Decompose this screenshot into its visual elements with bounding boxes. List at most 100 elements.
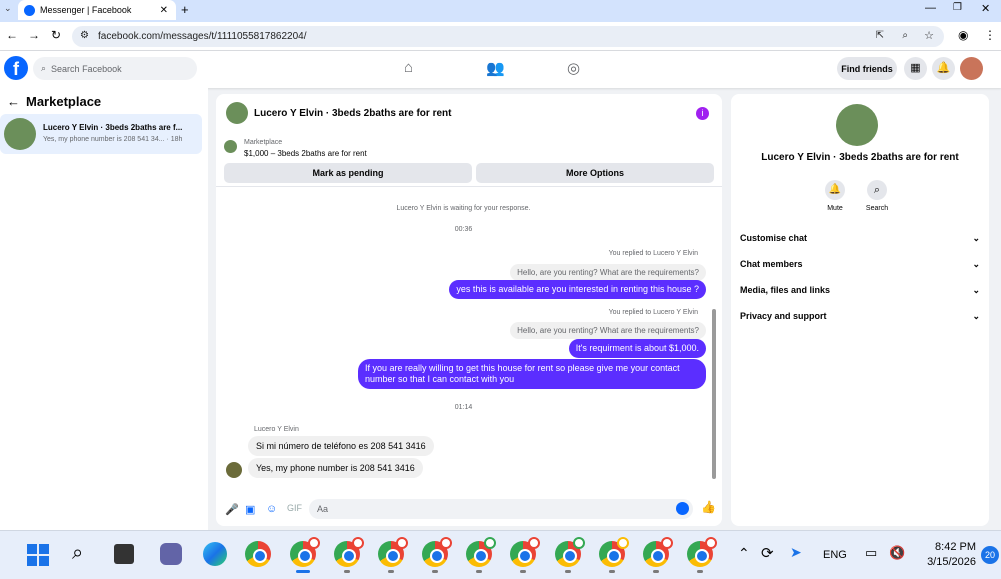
network-icon[interactable]: ▭ xyxy=(865,545,877,561)
menu-dots-icon[interactable]: ⋮ xyxy=(984,28,996,42)
forward-icon[interactable]: → xyxy=(28,28,40,42)
find-friends-button[interactable]: Find friends xyxy=(837,57,897,80)
facebook-favicon-icon xyxy=(24,4,35,16)
divider xyxy=(216,186,722,187)
chat-members-row[interactable]: Chat members ⌄ xyxy=(740,259,980,270)
outgoing-message[interactable]: It's requirment is about $1,000. xyxy=(568,339,706,358)
chat-info-panel: Lucero Y Elvin · 3beds 2baths are for re… xyxy=(731,94,989,526)
incoming-message[interactable]: Yes, my phone number is 208 541 3416 xyxy=(248,458,423,478)
chrome-profile-icon[interactable] xyxy=(378,537,408,573)
home-icon[interactable]: ⌂ xyxy=(404,59,413,76)
profile-avatar[interactable] xyxy=(836,104,878,146)
tab-close-icon[interactable]: ✕ xyxy=(160,5,168,16)
waiting-note: Lucero Y Elvin is waiting for your respo… xyxy=(396,205,531,212)
sender-name: Lucero Y Elvin xyxy=(254,426,299,433)
notifications-bell-icon[interactable]: 🔔 xyxy=(932,57,955,80)
reload-icon[interactable]: ↻ xyxy=(51,28,61,42)
sync-icon[interactable]: ⟳ xyxy=(761,544,774,562)
chrome-profile-icon[interactable] xyxy=(555,537,585,573)
find-friends-label: Find friends xyxy=(841,63,893,74)
menu-grid-icon[interactable]: ▦ xyxy=(904,57,927,80)
cast-icon[interactable]: ⇱ xyxy=(876,30,884,41)
chrome-profile-icon[interactable] xyxy=(334,537,364,573)
back-icon[interactable]: ← xyxy=(6,28,18,42)
chat-header-avatar[interactable] xyxy=(226,102,248,124)
message-input[interactable]: Aa xyxy=(309,499,693,519)
marketplace-title: Marketplace xyxy=(26,94,102,109)
language-indicator[interactable]: ENG xyxy=(823,549,847,561)
address-bar[interactable]: ⚙ facebook.com/messages/t/11110558178622… xyxy=(72,26,944,47)
microphone-icon[interactable]: 🎤 xyxy=(225,503,239,516)
groups-icon[interactable]: ◎ xyxy=(567,59,580,77)
taskbar-search-icon[interactable]: ⌕ xyxy=(72,542,83,565)
volume-muted-icon[interactable]: 🔇 xyxy=(889,545,905,561)
incoming-message[interactable]: Si mi número de teléfono es 208 541 3416 xyxy=(248,436,434,456)
chrome-profile-icon[interactable] xyxy=(290,537,320,573)
customise-chat-row[interactable]: Customise chat ⌄ xyxy=(740,233,980,244)
more-options-button[interactable]: More Options xyxy=(476,163,714,183)
chrome-profile-icon[interactable] xyxy=(643,537,673,573)
browser-toolbar: ← → ↻ ⚙ facebook.com/messages/t/11110558… xyxy=(0,22,1001,51)
profile-name: Lucero Y Elvin · 3beds 2baths are for re… xyxy=(761,152,959,163)
chevron-down-icon: ⌄ xyxy=(972,233,980,243)
like-thumb-icon[interactable]: 👍 xyxy=(701,500,716,514)
profile-icon[interactable]: ◉ xyxy=(958,28,968,42)
timestamp: 00:36 xyxy=(454,226,473,233)
chrome-profile-icon[interactable] xyxy=(466,537,496,573)
facebook-search-input[interactable]: ⌕ Search Facebook xyxy=(33,57,197,80)
outgoing-message[interactable]: If you are really willing to get this ho… xyxy=(358,359,706,389)
facebook-logo-icon[interactable]: f xyxy=(4,56,28,80)
bookmark-star-icon[interactable]: ☆ xyxy=(924,29,934,42)
browser-tab[interactable]: Messenger | Facebook ✕ xyxy=(18,0,176,20)
mark-as-pending-button[interactable]: Mark as pending xyxy=(224,163,472,183)
photo-icon[interactable]: ▣ xyxy=(245,503,255,516)
media-files-row[interactable]: Media, files and links ⌄ xyxy=(740,285,980,296)
chevron-down-icon: ⌄ xyxy=(972,311,980,321)
back-arrow-icon[interactable]: ← xyxy=(7,94,20,109)
reply-note: You replied to Lucero Y Elvin xyxy=(608,250,698,257)
zoom-icon[interactable]: ⌕ xyxy=(902,30,908,41)
account-avatar[interactable] xyxy=(960,57,983,80)
chrome-profile-icon[interactable] xyxy=(422,537,452,573)
quoted-message[interactable]: Hello, are you renting? What are the req… xyxy=(510,264,706,281)
search-chat-icon[interactable]: ⌕ xyxy=(867,180,887,200)
site-info-icon[interactable]: ⚙ xyxy=(80,30,89,41)
task-view-icon[interactable] xyxy=(114,544,134,564)
more-options-label: More Options xyxy=(566,168,624,178)
listing-label: Marketplace xyxy=(244,139,283,146)
edge-icon[interactable] xyxy=(203,542,227,566)
location-arrow-icon[interactable]: ➤ xyxy=(790,544,802,561)
clock-time: 8:42 PM xyxy=(935,541,976,553)
chrome-profile-icon[interactable] xyxy=(687,537,717,573)
sticker-icon[interactable]: ☺ xyxy=(266,503,277,515)
friends-icon[interactable]: 👥 xyxy=(486,59,505,77)
chrome-icon[interactable] xyxy=(245,541,271,567)
row-label: Chat members xyxy=(740,259,803,269)
listing-price: $1,000 – 3beds 2baths are for rent xyxy=(244,149,367,158)
sender-avatar[interactable] xyxy=(226,462,242,478)
start-windows-icon[interactable] xyxy=(27,544,49,566)
restore-icon[interactable]: ❐ xyxy=(953,2,962,13)
clock[interactable]: 8:42 PM 3/15/2026 xyxy=(916,540,976,570)
chrome-profile-icon[interactable] xyxy=(510,537,540,573)
quoted-message[interactable]: Hello, are you renting? What are the req… xyxy=(510,322,706,339)
conversation-item[interactable]: Lucero Y Elvin · 3beds 2baths are f... Y… xyxy=(0,114,202,154)
chat-header-name[interactable]: Lucero Y Elvin · 3beds 2baths are for re… xyxy=(254,108,451,119)
outgoing-message[interactable]: yes this is available are you interested… xyxy=(449,280,706,299)
emoji-icon[interactable] xyxy=(676,502,689,515)
new-tab-icon[interactable]: + xyxy=(181,2,189,17)
search-placeholder: Search Facebook xyxy=(51,63,122,74)
minimize-icon[interactable]: — xyxy=(925,2,936,14)
gif-icon[interactable]: GIF xyxy=(287,503,302,513)
mute-bell-icon[interactable]: 🔔 xyxy=(825,180,845,200)
teams-icon[interactable] xyxy=(160,543,182,565)
notification-count-badge[interactable]: 20 xyxy=(981,546,999,564)
privacy-support-row[interactable]: Privacy and support ⌄ xyxy=(740,311,980,322)
tab-search-icon[interactable]: ⌄ xyxy=(4,3,12,14)
info-icon[interactable]: i xyxy=(696,107,709,120)
chrome-profile-icon[interactable] xyxy=(599,537,629,573)
scrollbar-thumb[interactable] xyxy=(712,309,716,479)
tray-chevron-up-icon[interactable]: ⌃ xyxy=(738,545,750,562)
mute-label: Mute xyxy=(827,205,843,212)
window-close-icon[interactable]: ✕ xyxy=(981,2,990,15)
